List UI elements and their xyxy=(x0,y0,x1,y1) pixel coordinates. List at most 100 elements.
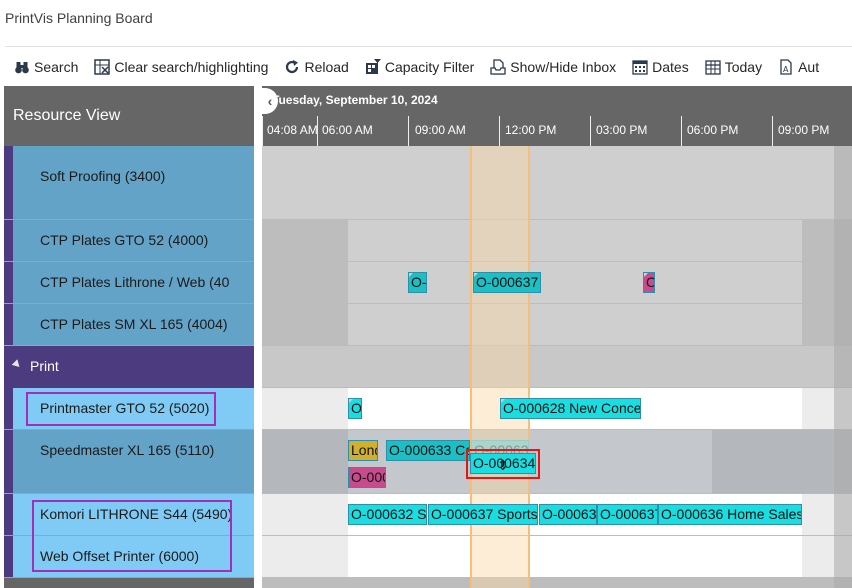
group-stripe xyxy=(4,220,13,261)
lane-ctp-sm xyxy=(262,304,852,346)
resource-row-ctp-gto[interactable]: CTP Plates GTO 52 (4000) xyxy=(4,220,254,262)
resource-label: Printmaster GTO 52 (5020) xyxy=(40,400,210,416)
group-stripe xyxy=(4,430,13,493)
lane-web-offset xyxy=(262,536,852,578)
reload-icon xyxy=(284,59,300,75)
resource-label: Komori LITHRONE S44 (5490) xyxy=(40,506,233,522)
job-bar[interactable]: O-000628 New Conce xyxy=(500,398,641,419)
resource-row-speedmaster[interactable]: Speedmaster XL 165 (5110) xyxy=(4,430,254,494)
grid-clear-icon xyxy=(94,59,111,75)
resource-label: Web Offset Printer (6000) xyxy=(40,548,199,564)
tick-line xyxy=(262,116,263,146)
resource-label: Soft Proofing (3400) xyxy=(40,168,166,184)
resource-label: CTP Plates SM XL 165 (4004) xyxy=(40,316,228,332)
group-stripe xyxy=(4,146,13,219)
tick-line xyxy=(499,116,500,146)
job-bar[interactable]: Lond xyxy=(348,440,378,461)
group-stripe xyxy=(4,536,13,577)
job-bar[interactable]: O-000637 Sports xyxy=(428,504,538,525)
off-shift-block xyxy=(262,262,348,303)
tick-label-2100: 09:00 PM xyxy=(778,123,830,137)
group-stripe xyxy=(4,494,13,535)
job-bar[interactable]: O-000 xyxy=(348,467,386,488)
off-shift-block xyxy=(262,304,348,345)
next-group-row xyxy=(4,578,254,588)
scroll-back-button[interactable]: ‹ xyxy=(262,88,278,114)
lane-ctp-lithrone xyxy=(262,262,852,304)
resource-row-komori[interactable]: Komori LITHRONE S44 (5490) xyxy=(4,494,254,536)
clear-search-button[interactable]: Clear search/highlighting xyxy=(94,59,268,75)
dates-button[interactable]: Dates xyxy=(632,59,689,75)
collapse-triangle-icon[interactable] xyxy=(11,359,23,370)
auto-button[interactable]: A Aut xyxy=(778,59,819,75)
right-edge-column xyxy=(834,146,852,588)
lane-next-group xyxy=(262,578,852,588)
resource-label: Speedmaster XL 165 (5110) xyxy=(40,442,215,458)
group-stripe xyxy=(4,388,13,429)
tick-label-1800: 06:00 PM xyxy=(687,123,739,137)
today-calendar-icon xyxy=(705,59,721,75)
auto-label: Aut xyxy=(798,59,820,75)
toolbar: Search Clear search/highlighting Reload … xyxy=(0,56,852,78)
lane-soft-proofing xyxy=(262,146,852,220)
job-bar[interactable]: O xyxy=(643,272,655,293)
clear-search-label: Clear search/highlighting xyxy=(114,59,269,75)
job-bar[interactable]: O-000637 xyxy=(473,272,541,293)
job-bar[interactable]: O-000632 Sp xyxy=(348,504,427,525)
show-hide-inbox-button[interactable]: Show/Hide Inbox xyxy=(490,59,616,75)
job-bar[interactable]: O- xyxy=(408,272,427,293)
tick-line xyxy=(681,116,682,146)
group-row-print[interactable]: Print xyxy=(4,346,254,388)
app-title: PrintVis Planning Board xyxy=(5,10,153,26)
job-bar[interactable]: O-000637 xyxy=(597,504,658,525)
resource-row-ctp-lithrone[interactable]: CTP Plates Lithrone / Web (40 xyxy=(4,262,254,304)
calendar-icon xyxy=(632,59,648,75)
svg-text:A: A xyxy=(783,65,789,74)
tick-label-1200: 12:00 PM xyxy=(505,123,557,137)
resource-row-printmaster[interactable]: Printmaster GTO 52 (5020) xyxy=(4,388,254,430)
job-bar[interactable]: O-00063 xyxy=(539,504,597,525)
resource-label: CTP Plates Lithrone / Web (40 xyxy=(40,274,230,290)
reload-button[interactable]: Reload xyxy=(284,59,349,75)
resource-row-ctp-sm[interactable]: CTP Plates SM XL 165 (4004) xyxy=(4,304,254,346)
tick-line xyxy=(590,116,591,146)
job-bar[interactable]: O-000633 Ca xyxy=(386,440,470,461)
timeline-header: Tuesday, September 10, 2024 ‹ 04:08 AM 0… xyxy=(262,86,852,146)
tick-line xyxy=(317,116,318,146)
group-stripe xyxy=(4,262,13,303)
today-label: Today xyxy=(724,59,763,75)
lane-print-group xyxy=(262,346,852,388)
inbox-icon xyxy=(490,59,506,75)
tick-label-0600: 06:00 AM xyxy=(322,123,373,137)
capacity-filter-icon xyxy=(365,59,381,75)
capacity-filter-button[interactable]: Capacity Filter xyxy=(365,59,474,75)
tick-line xyxy=(772,116,773,146)
binoculars-icon xyxy=(14,59,30,75)
show-hide-inbox-label: Show/Hide Inbox xyxy=(510,59,617,75)
search-label: Search xyxy=(34,59,79,75)
resource-row-web-offset[interactable]: Web Offset Printer (6000) xyxy=(4,536,254,578)
off-shift-block xyxy=(262,220,348,261)
timeline-date: Tuesday, September 10, 2024 xyxy=(272,93,438,107)
resource-view-header: Resource View xyxy=(4,86,254,146)
tick-label-1500: 03:00 PM xyxy=(596,123,648,137)
work-shift-block xyxy=(348,536,802,577)
resource-sidebar: Resource View Soft Proofing (3400) CTP P… xyxy=(4,86,254,588)
lane-ctp-gto xyxy=(262,220,852,262)
timeline[interactable]: Tuesday, September 10, 2024 ‹ 04:08 AM 0… xyxy=(262,86,852,588)
today-button[interactable]: Today xyxy=(705,59,762,75)
resource-row-soft-proofing[interactable]: Soft Proofing (3400) xyxy=(4,146,254,220)
reload-label: Reload xyxy=(304,59,349,75)
tick-label-0900: 09:00 AM xyxy=(415,123,466,137)
job-bar[interactable]: O-000636 Home Sales xyxy=(658,504,802,525)
tick-label-0408: 04:08 AM xyxy=(267,123,318,137)
search-button[interactable]: Search xyxy=(14,59,78,75)
group-label: Print xyxy=(30,358,59,374)
dates-label: Dates xyxy=(652,59,689,75)
tick-line xyxy=(408,116,409,146)
auto-document-icon: A xyxy=(778,59,794,75)
group-stripe xyxy=(4,304,13,345)
job-bar-dragging[interactable]: O-000634 xyxy=(470,453,536,474)
title-divider xyxy=(5,46,852,47)
job-bar[interactable]: O xyxy=(348,398,362,419)
